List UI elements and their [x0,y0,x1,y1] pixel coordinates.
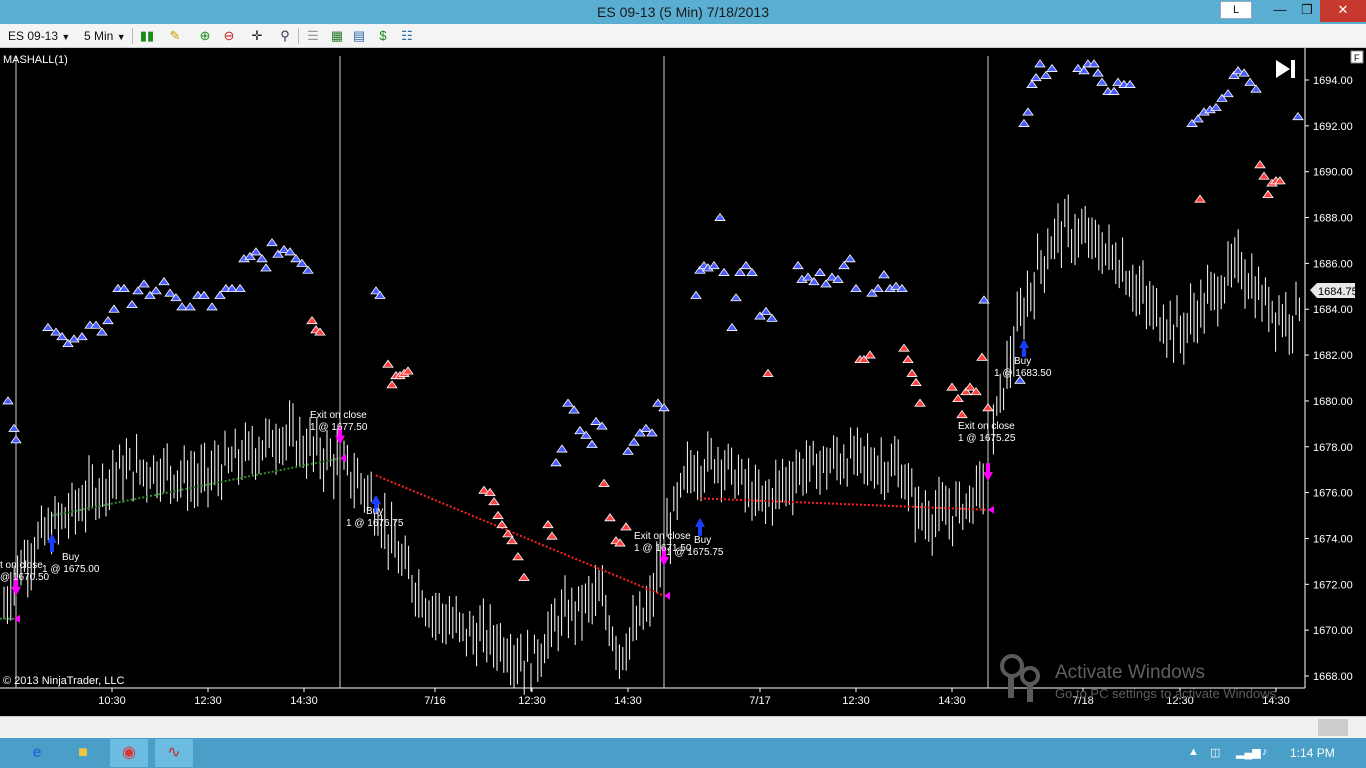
price-tick-label: 1694.00 [1313,75,1353,87]
f-button-label: F [1354,53,1360,63]
chart-toolbar: ES 09-13 ▼ 5 Min ▼ ▮▮ ✎ ⊕ ⊖ ✛ ⚲ ☰ ▦ ▤ $ … [0,24,1366,48]
maximize-icon[interactable]: ❐ [1290,0,1324,22]
trade-label-fill: 1 @ 1683.50 [994,368,1052,379]
link-button[interactable]: L [1220,1,1252,19]
time-tick-label: 7/16 [424,695,445,707]
trade-label-action: Exit on close [958,421,1015,432]
time-tick-label: 12:30 [518,695,546,707]
zoom-out-icon[interactable]: ⊖ [220,27,238,45]
toolbar-divider [132,28,133,44]
chrome-icon[interactable]: ◉ [110,739,148,767]
taskbar: e ■ ◉ ∿ ▲ ◫ ▂▄▆ ♪ 1:14 PM [0,738,1366,768]
interval-label: 5 Min [84,29,114,43]
last-price-label: 1684.75 [1318,286,1358,298]
interval-selector[interactable]: 5 Min ▼ [84,27,126,45]
device-icon[interactable]: ◫ [1210,746,1220,759]
activate-windows-title: Activate Windows [1055,662,1205,683]
time-tick-label: 14:30 [938,695,966,707]
trade-label-action: Buy [694,535,711,546]
price-tick-label: 1682.00 [1313,350,1353,362]
horizontal-scrollbar[interactable] [0,716,1366,738]
price-tick-label: 1678.00 [1313,442,1353,454]
price-tick-label: 1680.00 [1313,396,1353,408]
bar-style-icon[interactable]: ▮▮ [138,27,156,45]
chart-icon[interactable]: ▤ [350,27,368,45]
price-axis: 1694.00 1692.00 1690.00 1688.00 1686.00 1684.… [1305,75,1353,683]
time-tick-label: 12:30 [842,695,870,707]
time-tick-label: 7/17 [749,695,770,707]
toolbar-divider [298,28,299,44]
scrollbar-thumb[interactable] [1318,719,1348,736]
title-bar: ES 09-13 (5 Min) 7/18/2013 L — ❐ ✕ [0,0,1366,24]
price-tick-label: 1688.00 [1313,213,1353,225]
copyright-label: © 2013 NinjaTrader, LLC [3,675,124,687]
properties-icon[interactable]: ☷ [398,27,416,45]
draw-pencil-icon[interactable]: ✎ [166,27,184,45]
trade-label-action: t on close [0,560,43,571]
chevron-down-icon: ▼ [61,32,71,42]
explorer-icon[interactable]: ■ [64,739,102,767]
time-tick-label: 14:30 [614,695,642,707]
price-chart[interactable]: t on close @ 1670.50 Buy 1 @ 1675.00 Exit on… [0,48,1366,716]
crosshair-icon[interactable]: ✛ [248,27,266,45]
chevron-down-icon: ▼ [116,32,126,42]
price-tick-label: 1672.00 [1313,579,1353,591]
price-tick-label: 1690.00 [1313,167,1353,179]
trade-label-action: Buy [366,506,383,517]
trade-label-action: Exit on close [634,531,691,542]
trade-label-action: Buy [1014,356,1031,367]
strategy-icon[interactable]: ☰ [304,27,322,45]
chart-canvas: t on close@ 1670.50Buy1 @ 1675.00Exit on… [0,48,1364,707]
tray-expand-icon[interactable]: ▲ [1188,746,1199,758]
clock[interactable]: 1:14 PM [1290,746,1335,760]
network-icon[interactable]: ▂▄▆ [1236,746,1261,759]
close-icon[interactable]: ✕ [1320,0,1366,22]
ninjatrader-icon[interactable]: ∿ [155,739,193,767]
indicator-icon[interactable]: ▦ [328,27,346,45]
time-tick-label: 12:30 [194,695,222,707]
price-tick-label: 1670.00 [1313,625,1353,637]
price-tick-label: 1676.00 [1313,488,1353,500]
trade-label-action: Exit on close [310,410,367,421]
window-title: ES 09-13 (5 Min) 7/18/2013 [597,4,769,20]
zoom-in-icon[interactable]: ⊕ [196,27,214,45]
time-tick-label: 10:30 [98,695,126,707]
price-tick-label: 1674.00 [1313,533,1353,545]
trade-label-fill: 1 @ 1676.75 [346,518,404,529]
exit-arrow-icon [986,463,990,474]
instrument-label: ES 09-13 [8,29,59,43]
price-tick-label: 1684.00 [1313,304,1353,316]
price-tick-label: 1692.00 [1313,121,1353,133]
time-tick-label: 14:30 [290,695,318,707]
price-tick-label: 1686.00 [1313,258,1353,270]
money-icon[interactable]: $ [374,27,392,45]
trade-label-fill: 1 @ 1675.75 [666,547,724,558]
instrument-selector[interactable]: ES 09-13 ▼ [8,27,70,45]
trade-label-fill: 1 @ 1675.00 [42,564,100,575]
buy-arrow-icon [50,541,54,552]
magnifier-icon[interactable]: ⚲ [276,27,294,45]
volume-icon[interactable]: ♪ [1262,746,1268,758]
trade-label-fill: 1 @ 1675.25 [958,433,1016,444]
trade-label-action: Buy [62,552,79,563]
ie-icon[interactable]: e [18,739,56,767]
trade-label-fill: 1 @ 1677.50 [310,422,368,433]
activate-windows-subtitle: Go to PC settings to activate Windows. [1055,686,1280,701]
price-tick-label: 1668.00 [1313,671,1353,683]
indicator-label: MASHALL(1) [3,54,68,66]
